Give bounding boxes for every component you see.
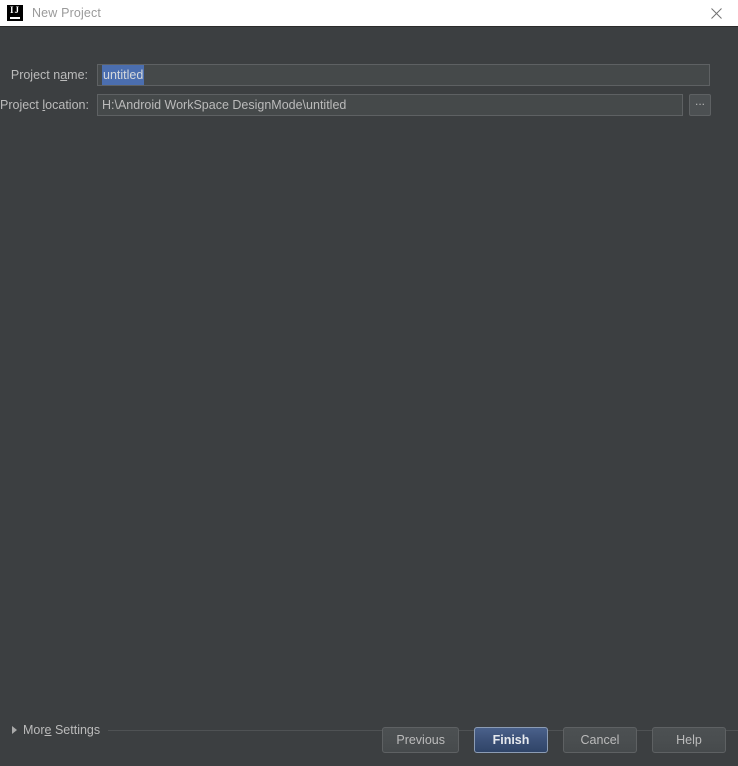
browse-folder-button[interactable]: ... [689,94,711,116]
project-location-value: H:\Android WorkSpace DesignMode\untitled [102,98,347,112]
project-name-label: Project name: [10,68,88,82]
finish-button-label: Finish [492,733,530,747]
more-settings-label[interactable]: More Settings [23,723,100,737]
project-location-input[interactable]: H:\Android WorkSpace DesignMode\untitled [97,94,683,116]
finish-button[interactable]: Finish [474,727,548,753]
project-name-value: untitled [102,65,145,85]
chevron-right-icon[interactable] [12,726,17,734]
ellipsis-icon: ... [694,94,705,108]
previous-button[interactable]: Previous [382,727,459,753]
new-project-dialog: IJ New Project Project name: untitled Pr… [0,0,738,766]
cancel-button-label: Cancel [580,733,620,747]
help-button[interactable]: Help [652,727,726,753]
window-title: New Project [32,6,102,20]
help-button-label: Help [676,733,702,747]
dialog-button-bar: Previous Finish Cancel Help [382,727,726,753]
close-icon[interactable] [694,0,738,26]
project-name-input[interactable]: untitled [97,64,710,86]
project-name-row: Project name: untitled [0,64,738,86]
previous-button-label: Previous [396,733,445,747]
project-location-row: Project location: H:\Android WorkSpace D… [0,94,738,116]
title-bar: IJ New Project [0,0,738,27]
intellij-idea-icon: IJ [7,5,23,21]
project-location-label: Project location: [0,98,89,112]
dialog-content: Project name: untitled Project location:… [0,27,738,766]
cancel-button[interactable]: Cancel [563,727,637,753]
